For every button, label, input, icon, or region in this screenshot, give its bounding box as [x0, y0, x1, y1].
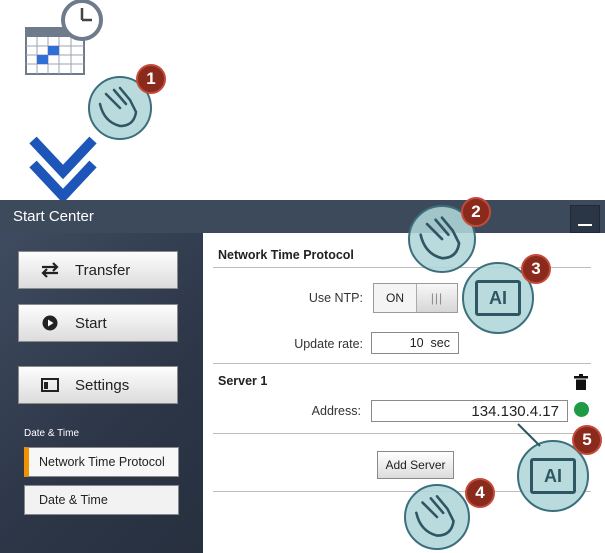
title-bar: Start Center: [0, 200, 605, 233]
transfer-label: Transfer: [75, 261, 131, 279]
step-badge-1: 1: [136, 64, 166, 94]
start-label: Start: [75, 314, 107, 332]
settings-label: Settings: [75, 376, 130, 394]
start-button[interactable]: Start: [18, 304, 178, 342]
server-title: Server 1: [218, 374, 268, 388]
step-badge-2: 2: [461, 197, 491, 227]
step-badge-5: 5: [572, 425, 602, 455]
toggle-state: ON: [374, 284, 417, 312]
keyboard-icon: AI: [530, 458, 576, 494]
sidebar: Transfer Start Settings Date & Time Netw…: [0, 233, 203, 553]
update-rate-label: Update rate:: [294, 337, 363, 351]
transfer-button[interactable]: Transfer: [18, 251, 178, 289]
update-rate-unit: sec: [430, 336, 450, 350]
toggle-knob: |||: [417, 284, 457, 312]
settings-button[interactable]: Settings: [18, 366, 178, 404]
tap-callout-4: [404, 484, 470, 550]
step-badge-4: 4: [465, 478, 495, 508]
status-indicator: [574, 402, 589, 417]
section-title: Network Time Protocol: [218, 248, 354, 262]
divider: [213, 363, 591, 364]
nav-item-date-time[interactable]: Date & Time: [24, 485, 179, 515]
step-badge-3: 3: [521, 254, 551, 284]
minimize-button[interactable]: [570, 205, 600, 233]
trash-icon[interactable]: [574, 374, 588, 395]
update-rate-input[interactable]: 10 sec: [371, 332, 459, 354]
calendar-clock-icon[interactable]: [24, 0, 104, 85]
window-title: Start Center: [13, 208, 94, 225]
address-input[interactable]: 134.130.4.17: [371, 400, 568, 422]
nav-item-network-time-protocol[interactable]: Network Time Protocol: [24, 447, 179, 477]
keyboard-icon: AI: [475, 280, 521, 316]
double-chevron-down-icon: [28, 118, 98, 205]
use-ntp-label: Use NTP:: [308, 291, 363, 305]
hand-pointer-icon: [415, 495, 455, 537]
address-label: Address:: [311, 404, 361, 418]
date-time-section-label: Date & Time: [24, 428, 80, 439]
settings-icon: [39, 374, 61, 396]
transfer-icon: [39, 259, 61, 281]
play-icon: [39, 312, 61, 334]
leader-line: [517, 423, 541, 447]
add-server-button[interactable]: Add Server: [377, 451, 454, 479]
use-ntp-toggle[interactable]: ON |||: [373, 283, 458, 313]
